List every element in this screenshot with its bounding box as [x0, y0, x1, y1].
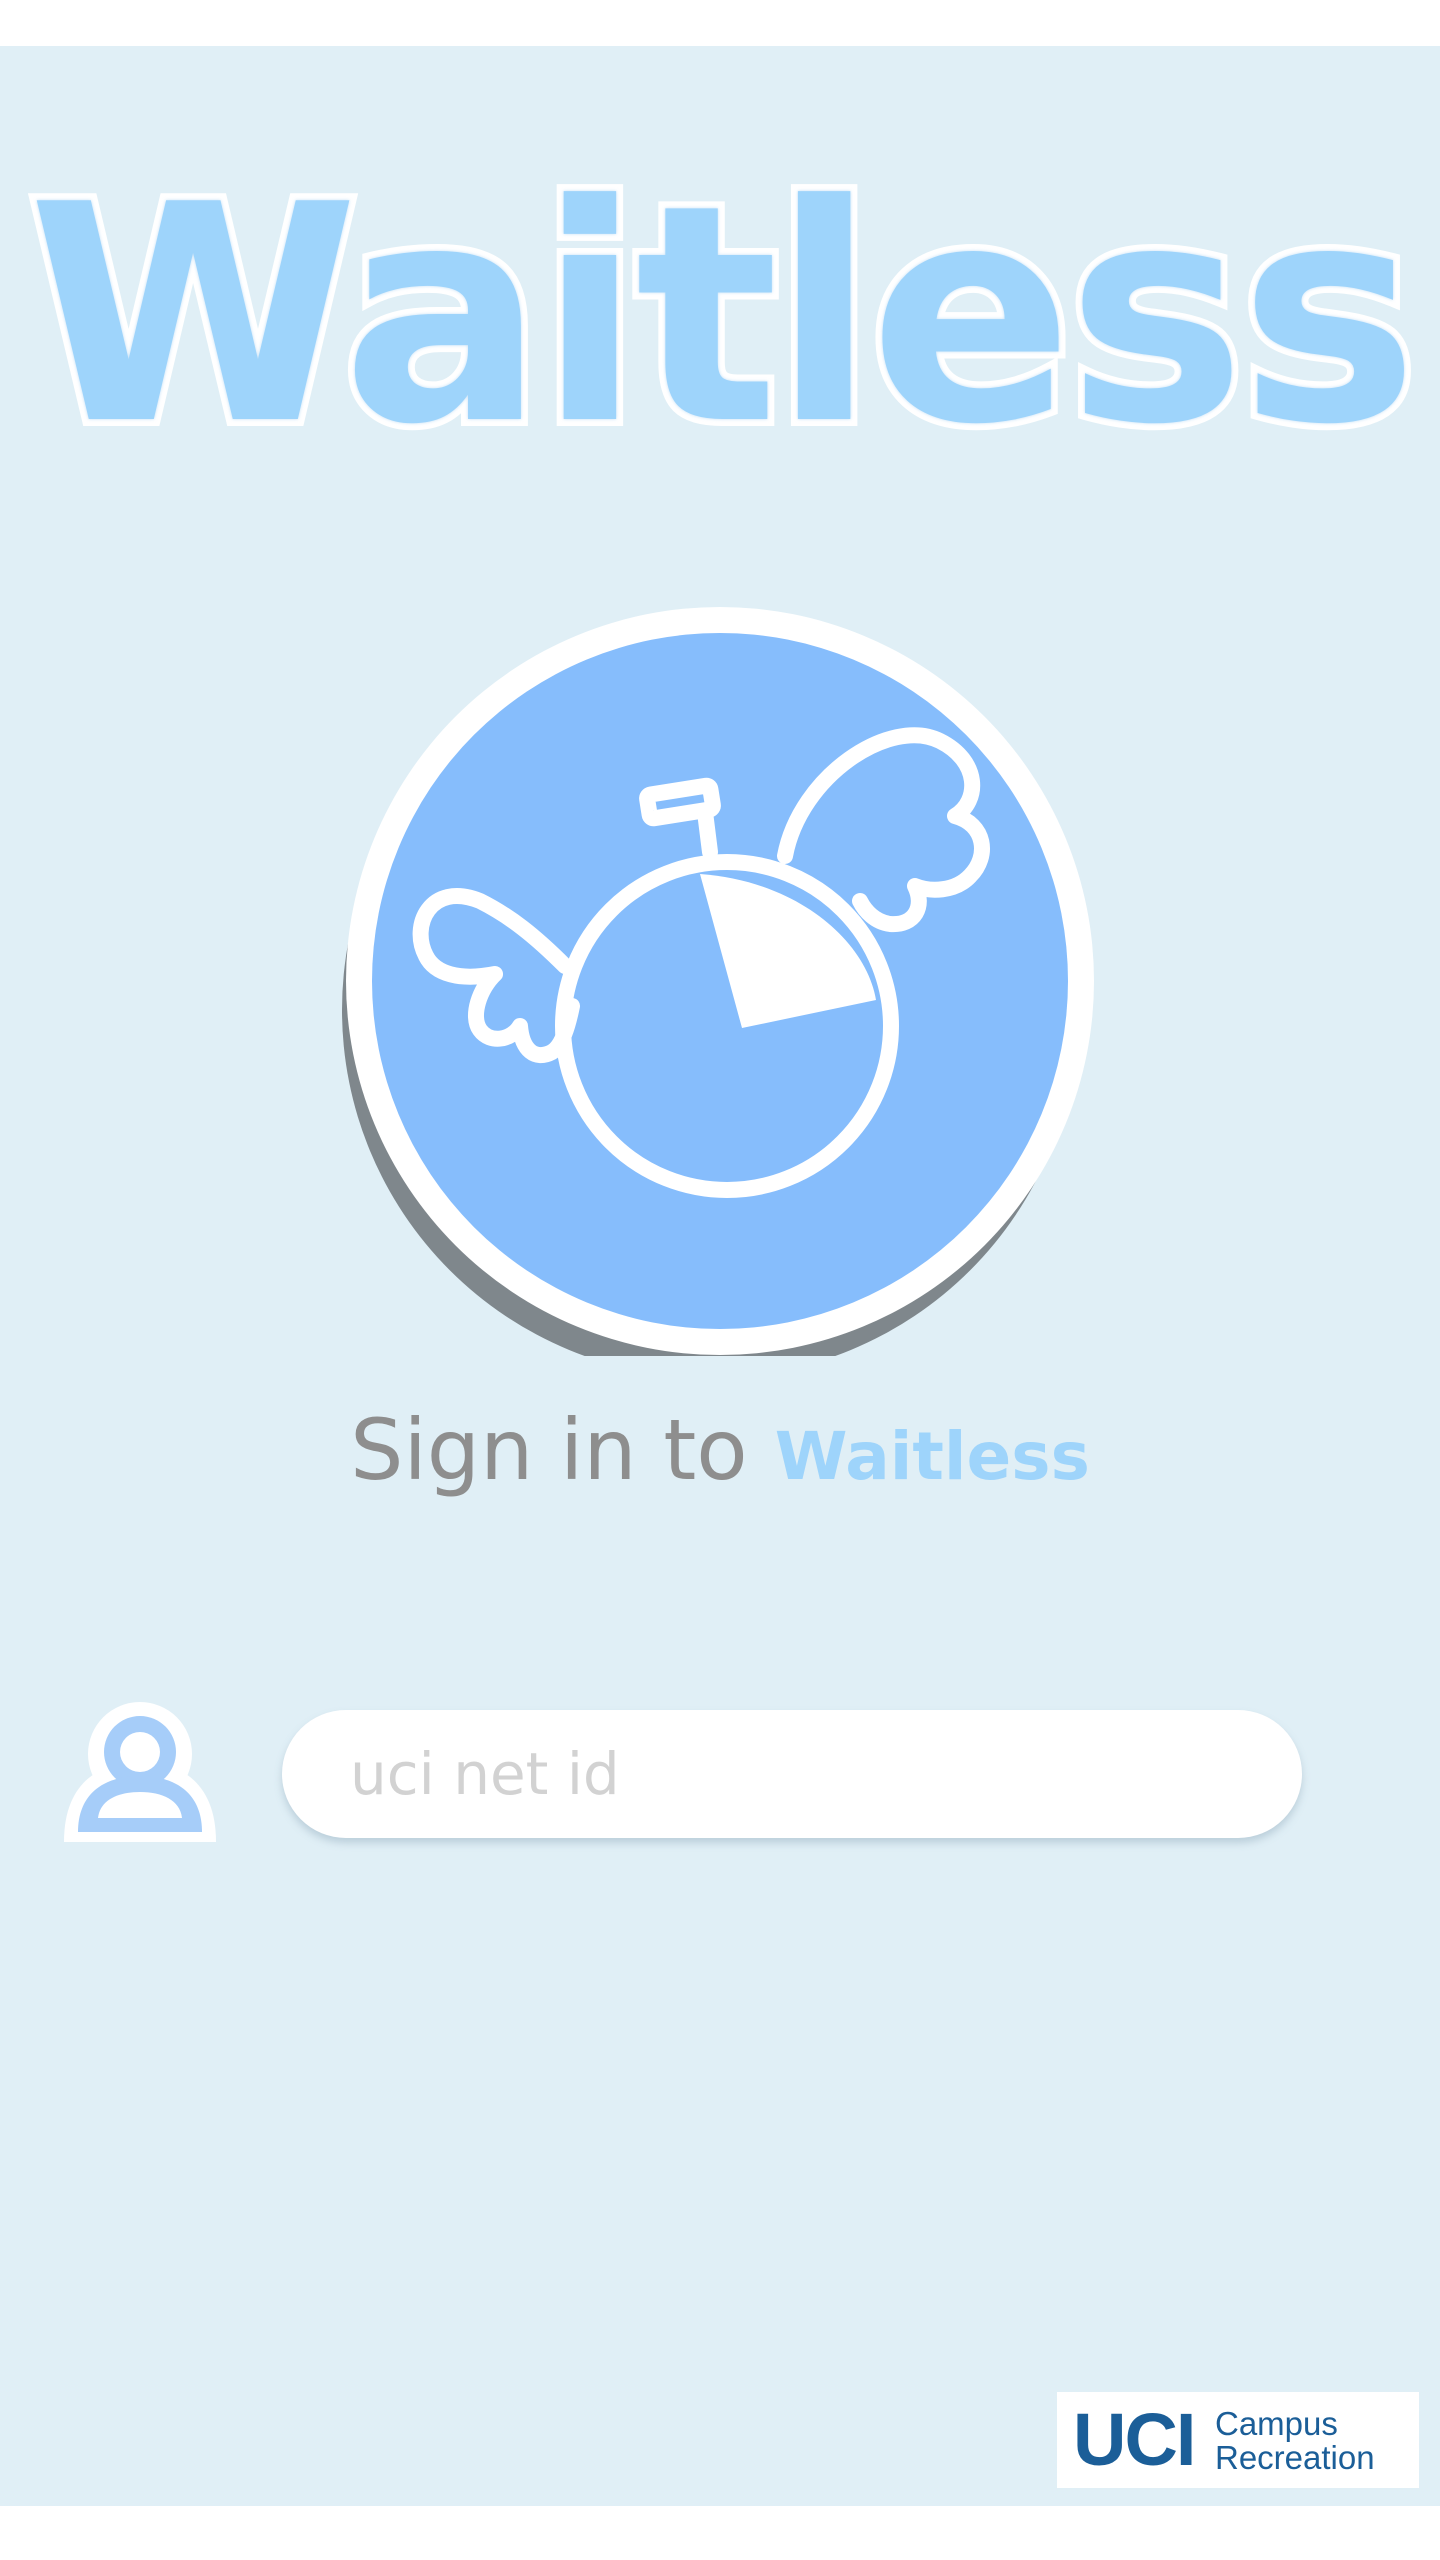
- signin-heading: Sign in to Waitless: [0, 1401, 1440, 1499]
- login-screen: Waitless Sign in to Waitless uci net id …: [0, 46, 1440, 2506]
- winged-stopwatch-icon: [342, 607, 1094, 1356]
- signin-prefix: Sign in to: [350, 1401, 748, 1499]
- user-icon: [60, 1692, 220, 1852]
- uci-campus-recreation-logo: UCI Campus Recreation: [1057, 2392, 1419, 2488]
- app-logo: [330, 556, 1110, 1356]
- uci-mark: UCI: [1073, 2398, 1196, 2481]
- app-title: Waitless: [21, 141, 1425, 490]
- netid-input[interactable]: [282, 1710, 1302, 1838]
- uci-logo-line1: Campus: [1215, 2405, 1338, 2442]
- netid-field: [282, 1710, 1302, 1838]
- signin-brand: Waitless: [774, 1418, 1090, 1495]
- uci-logo-line2: Recreation: [1215, 2439, 1375, 2476]
